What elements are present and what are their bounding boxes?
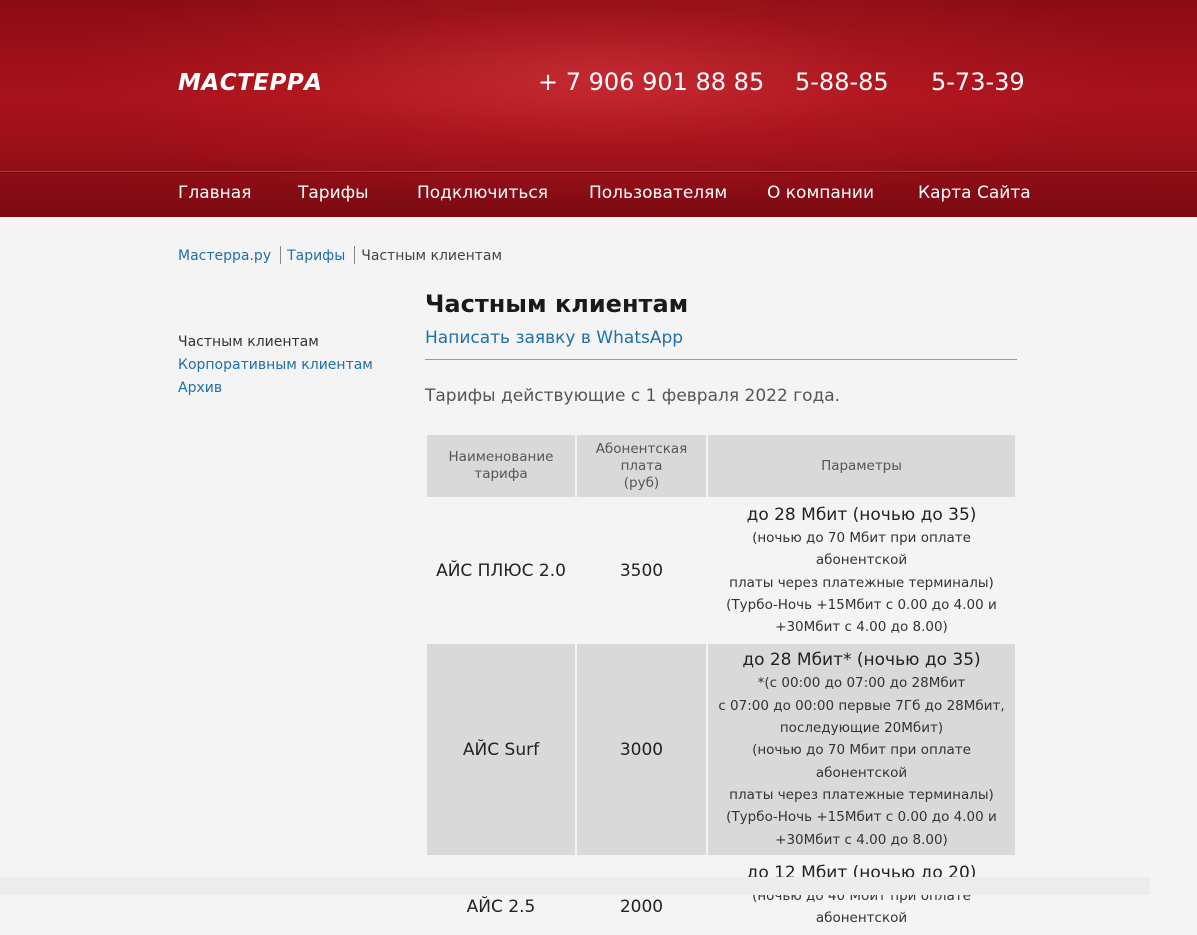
- header-tariff-name-line: тарифа: [474, 466, 528, 482]
- header-fee: Абонентская плата (руб): [577, 435, 706, 497]
- header-tariff-name: Наименование тарифа: [427, 435, 575, 497]
- tariff-speed: до 28 Мбит* (ночью до 35): [742, 650, 981, 671]
- tariffs-intro: Тарифы действующие с 1 февраля 2022 года…: [425, 386, 841, 406]
- page-title: Частным клиентам: [425, 290, 689, 318]
- tariff-speed: до 28 Мбит (ночью до 35): [746, 505, 977, 525]
- tariff-params: до 12 Мбит (ночью до 20) (ночью до 40 Мб…: [708, 856, 1015, 934]
- tariff-param-line: платы через платежные терминалы): [729, 786, 994, 803]
- tariff-param-line: с 07:00 до 00:00 первые 7Гб до 28Мбит,: [718, 697, 1005, 714]
- header-params: Параметры: [708, 435, 1015, 497]
- breadcrumb-current: Частным клиентам: [361, 248, 503, 264]
- nav-connect[interactable]: Подключиться: [417, 183, 548, 203]
- tariff-param-line: последующие 20Мбит): [779, 720, 944, 737]
- header-tariff-name-line: Наименование: [448, 449, 554, 465]
- tariff-fee: 3000: [577, 644, 706, 855]
- tariff-name: АЙС ПЛЮС 2.0: [427, 499, 575, 643]
- breadcrumb-home[interactable]: Мастерра.ру: [178, 248, 271, 264]
- nav-home[interactable]: Главная: [178, 183, 251, 203]
- horizontal-scrollbar[interactable]: [0, 877, 1150, 895]
- header-fee-line: плата: [620, 457, 663, 474]
- tariff-param-line: платы через платежные терминалы): [729, 574, 994, 591]
- nav-users[interactable]: Пользователям: [589, 183, 727, 203]
- header-divider-shadow: [0, 172, 1197, 173]
- phone-local-2: 5-73-39: [931, 68, 1025, 96]
- tariff-fee: 3500: [577, 499, 706, 643]
- nav-sitemap[interactable]: Карта Сайта: [918, 183, 1031, 203]
- table-row: АЙС ПЛЮС 2.0 3500 до 28 Мбит (ночью до 3…: [427, 499, 1015, 643]
- sidebar-item-private: Частным клиентам: [178, 334, 319, 350]
- tariff-param-line: +30Мбит с 4.00 до 8.00): [775, 831, 948, 848]
- phone-local-1: 5-88-85: [795, 68, 889, 96]
- site-logo[interactable]: МАСТЕРРА: [178, 70, 322, 96]
- tariff-param-line: +30Мбит с 4.00 до 8.00): [775, 619, 948, 636]
- title-divider: [425, 359, 1017, 360]
- tariff-param-line: (Турбо-Ночь +15Мбит с 0.00 до 4.00 и: [726, 596, 997, 613]
- whatsapp-request-link[interactable]: Написать заявку в WhatsApp: [425, 328, 683, 348]
- header-fee-line: (руб): [623, 474, 660, 491]
- breadcrumb-tariffs[interactable]: Тарифы: [287, 248, 345, 264]
- tariff-param-line: *(с 00:00 до 07:00 до 28Мбит: [757, 675, 966, 692]
- header-fee-line: Абонентская: [595, 440, 688, 457]
- tariff-fee: 2000: [577, 856, 706, 934]
- sidebar-item-archive[interactable]: Архив: [178, 380, 222, 396]
- table-row: АЙС Surf 3000 до 28 Мбит* (ночью до 35) …: [427, 644, 1015, 855]
- tariff-name: АЙС 2.5: [427, 856, 575, 934]
- breadcrumb: Мастерра.ру Тарифы Частным клиентам: [178, 246, 502, 264]
- breadcrumb-separator: [354, 246, 356, 264]
- sidebar-item-corporate[interactable]: Корпоративным клиентам: [178, 357, 373, 373]
- breadcrumb-separator: [280, 246, 282, 264]
- tariff-name: АЙС Surf: [427, 644, 575, 855]
- tariff-param-line: (ночью до 70 Мбит при оплате абонентской: [752, 742, 971, 781]
- phone-mobile: + 7 906 901 88 85: [538, 68, 765, 96]
- nav-tariffs[interactable]: Тарифы: [298, 183, 369, 203]
- nav-about[interactable]: О компании: [767, 183, 874, 203]
- sidebar-menu: Частным клиентам Корпоративным клиентам …: [178, 331, 373, 400]
- tariff-params: до 28 Мбит (ночью до 35) (ночью до 70 Мб…: [708, 499, 1015, 643]
- table-header-row: Наименование тарифа Абонентская плата (р…: [427, 435, 1015, 497]
- tariff-param-line: (Турбо-Ночь +15Мбит с 0.00 до 4.00 и: [726, 809, 997, 826]
- tariff-params: до 28 Мбит* (ночью до 35) *(с 00:00 до 0…: [708, 644, 1015, 855]
- tariff-param-line: (ночью до 70 Мбит при оплате абонентской: [752, 530, 971, 569]
- tariffs-table: Наименование тарифа Абонентская плата (р…: [425, 433, 1017, 935]
- table-row: АЙС 2.5 2000 до 12 Мбит (ночью до 20) (н…: [427, 856, 1015, 934]
